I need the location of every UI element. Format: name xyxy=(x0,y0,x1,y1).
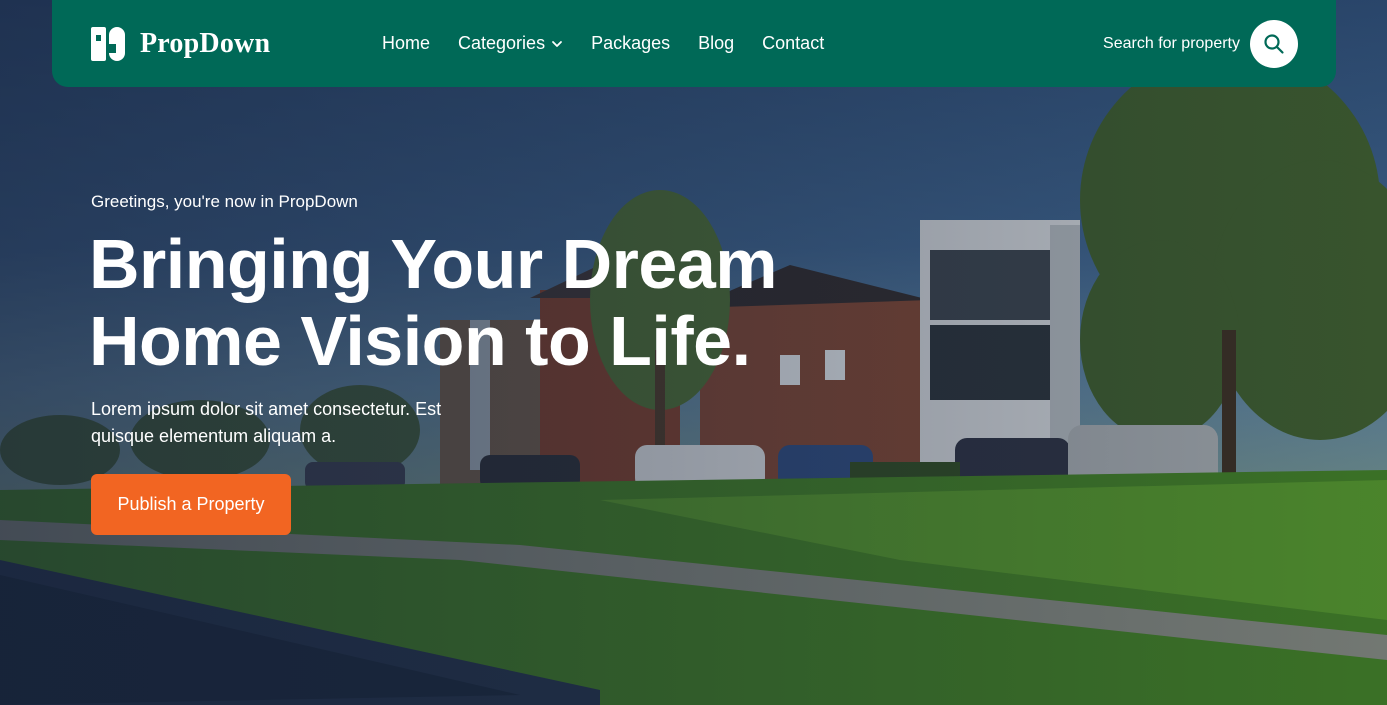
nav-contact[interactable]: Contact xyxy=(762,33,824,54)
search-area: Search for property xyxy=(1103,19,1298,68)
hero-greeting: Greetings, you're now in PropDown xyxy=(91,192,358,211)
search-label[interactable]: Search for property xyxy=(1103,35,1240,53)
nav-blog-label: Blog xyxy=(698,33,735,53)
propdown-logo-icon xyxy=(91,26,125,61)
nav-packages[interactable]: Packages xyxy=(591,33,670,54)
brand[interactable]: PropDown xyxy=(90,26,382,62)
hero-subtext: Lorem ipsum dolor sit amet consectetur. … xyxy=(91,396,521,450)
publish-property-button[interactable]: Publish a Property xyxy=(91,474,291,535)
hero-subtext-line2: quisque elementum aliquam a. xyxy=(91,426,337,446)
hero-headline-line2: Home Vision to Life. xyxy=(89,302,751,380)
nav-home-label: Home xyxy=(382,33,431,53)
nav-home[interactable]: Home xyxy=(382,33,430,54)
search-button[interactable] xyxy=(1250,19,1298,68)
chevron-down-icon xyxy=(552,40,562,47)
nav-packages-label: Packages xyxy=(591,33,671,53)
hero-headline: Bringing Your Dream Home Vision to Life. xyxy=(89,226,849,380)
nav-categories[interactable]: Categories xyxy=(458,33,563,54)
main-nav: Home Categories Packages Blog Contact xyxy=(382,33,824,54)
nav-categories-label: Categories xyxy=(458,33,546,53)
brand-name: PropDown xyxy=(140,27,271,59)
nav-blog[interactable]: Blog xyxy=(698,33,734,54)
navbar: PropDown Home Categories Packages Blog C… xyxy=(52,0,1336,87)
hero-subtext-line1: Lorem ipsum dolor sit amet consectetur. … xyxy=(91,399,442,419)
hero-headline-line1: Bringing Your Dream xyxy=(89,225,778,303)
search-icon xyxy=(1264,33,1284,54)
nav-contact-label: Contact xyxy=(762,33,825,53)
